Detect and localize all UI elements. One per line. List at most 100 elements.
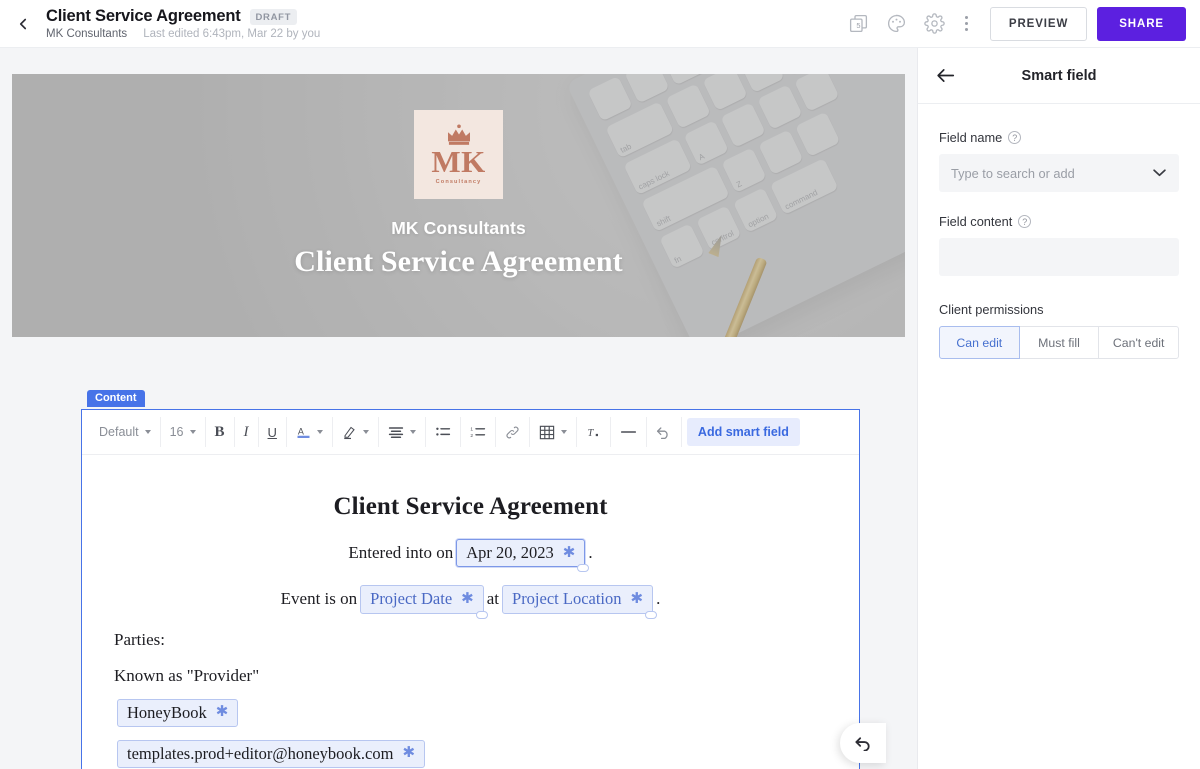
panel-title: Smart field xyxy=(918,68,1200,84)
content-editor-block[interactable]: Default 16 B I U A xyxy=(81,409,860,769)
smart-field-chip-date-signed[interactable]: Apr 20, 2023 ✱ xyxy=(456,539,585,567)
smart-field-chip-project-location[interactable]: Project Location ✱ xyxy=(502,585,653,613)
asterisk-icon: ✱ xyxy=(563,546,576,561)
settings-button[interactable] xyxy=(916,5,954,43)
horizontal-rule-button[interactable] xyxy=(611,417,647,447)
bullet-list-icon xyxy=(435,425,451,439)
undo-floating-button[interactable] xyxy=(840,723,886,763)
panel-body: Field name ? Type to search or add Field… xyxy=(918,104,1200,359)
last-edited-text: Last edited 6:43pm, Mar 22 by you xyxy=(143,28,320,40)
font-size-select[interactable]: 16 xyxy=(161,417,206,447)
smart-field-chip-company-name[interactable]: HoneyBook ✱ xyxy=(117,699,238,727)
highlight-button[interactable] xyxy=(333,417,379,447)
entered-into-suffix: . xyxy=(588,543,592,563)
undo-icon xyxy=(656,425,672,439)
permission-must-fill[interactable]: Must fill xyxy=(1019,326,1100,359)
known-as-label: Known as "Provider" xyxy=(114,666,827,686)
logo-subtitle: Consultancy xyxy=(436,179,482,185)
pages-count-button[interactable]: 5 xyxy=(840,5,878,43)
italic-button[interactable]: I xyxy=(235,417,259,447)
table-button[interactable] xyxy=(530,417,577,447)
event-prefix: Event is on xyxy=(281,589,358,609)
svg-text:T: T xyxy=(587,428,594,439)
parties-label: Parties: xyxy=(114,630,827,650)
permission-cant-edit[interactable]: Can't edit xyxy=(1098,326,1179,359)
event-suffix: . xyxy=(656,589,660,609)
table-icon xyxy=(539,425,555,440)
palette-icon xyxy=(886,13,907,34)
undo-icon xyxy=(854,735,873,751)
panel-back-button[interactable] xyxy=(936,67,955,84)
help-icon[interactable]: ? xyxy=(1018,215,1031,228)
page-count-label: 5 xyxy=(857,21,861,30)
field-name-label: Field name xyxy=(939,130,1002,145)
add-smart-field-button[interactable]: Add smart field xyxy=(687,418,800,446)
italic-icon: I xyxy=(244,424,249,441)
font-family-value: Default xyxy=(99,425,139,439)
more-options-button[interactable] xyxy=(954,5,980,43)
permission-can-edit[interactable]: Can edit xyxy=(939,326,1020,359)
event-mid: at xyxy=(487,589,499,609)
chevron-down-icon xyxy=(145,430,151,434)
arrow-left-icon xyxy=(936,67,955,84)
editor-toolbar: Default 16 B I U A xyxy=(82,410,859,455)
share-button[interactable]: SHARE xyxy=(1097,7,1186,41)
align-icon xyxy=(388,425,404,439)
chevron-down-icon xyxy=(363,430,369,434)
chip-label: Project Date xyxy=(370,588,452,610)
document-canvas: tab caps lockA shiftZ fncontroloptioncom… xyxy=(0,48,917,769)
asterisk-icon: ✱ xyxy=(402,746,415,761)
underline-icon: U xyxy=(268,425,277,440)
chevron-left-icon xyxy=(14,15,32,33)
hero-banner[interactable]: tab caps lockA shiftZ fncontroloptioncom… xyxy=(12,74,905,337)
text-color-icon: A xyxy=(296,424,311,440)
preview-button[interactable]: PREVIEW xyxy=(990,7,1087,41)
bold-button[interactable]: B xyxy=(206,417,235,447)
chip-label: Apr 20, 2023 xyxy=(466,542,554,564)
page-title: Client Service Agreement xyxy=(46,7,241,26)
link-icon xyxy=(505,425,520,440)
numbered-list-icon: 1 2 xyxy=(470,425,486,439)
help-icon[interactable]: ? xyxy=(1008,131,1021,144)
svg-text:A: A xyxy=(298,426,304,436)
toolbar-undo-button[interactable] xyxy=(647,417,682,447)
field-name-select[interactable]: Type to search or add xyxy=(939,154,1179,192)
hero-company-name: MK Consultants xyxy=(391,218,526,239)
svg-text:1: 1 xyxy=(470,426,473,432)
asterisk-icon: ✱ xyxy=(461,592,474,607)
document-title-block: Client Service Agreement DRAFT MK Consul… xyxy=(46,7,320,40)
document-body[interactable]: Client Service Agreement Entered into on… xyxy=(82,455,859,769)
header-actions: 5 PREVIEW SHARE xyxy=(840,5,1200,43)
theme-palette-button[interactable] xyxy=(878,5,916,43)
smart-field-chip-project-date[interactable]: Project Date ✱ xyxy=(360,585,484,613)
field-content-input[interactable] xyxy=(939,238,1179,276)
chip-resize-handle[interactable] xyxy=(476,611,488,619)
clear-formatting-icon: T xyxy=(586,424,601,440)
chip-resize-handle[interactable] xyxy=(645,611,657,619)
bullet-list-button[interactable] xyxy=(426,417,461,447)
numbered-list-button[interactable]: 1 2 xyxy=(461,417,496,447)
font-size-value: 16 xyxy=(170,425,184,439)
document-line-event: Event is on Project Date ✱ at Project Lo… xyxy=(114,585,827,613)
chevron-down-icon xyxy=(1152,164,1167,182)
underline-button[interactable]: U xyxy=(259,417,287,447)
client-permissions-segmented-control: Can edit Must fill Can't edit xyxy=(939,326,1179,359)
panel-header: Smart field xyxy=(918,48,1200,104)
svg-text:2: 2 xyxy=(470,433,473,439)
link-button[interactable] xyxy=(496,417,530,447)
text-color-button[interactable]: A xyxy=(287,417,333,447)
chip-resize-handle[interactable] xyxy=(577,564,589,572)
align-button[interactable] xyxy=(379,417,426,447)
back-button[interactable] xyxy=(6,7,40,41)
clear-format-button[interactable]: T xyxy=(577,417,611,447)
smart-field-panel: Smart field Field name ? Type to search … xyxy=(917,48,1200,769)
smart-field-chip-company-email[interactable]: templates.prod+editor@honeybook.com ✱ xyxy=(117,740,425,768)
chevron-down-icon xyxy=(410,430,416,434)
document-heading: Client Service Agreement xyxy=(114,493,827,521)
more-options-icon xyxy=(965,15,968,33)
crown-icon xyxy=(440,124,478,146)
font-family-select[interactable]: Default xyxy=(90,417,161,447)
field-row-provider-name: HoneyBook ✱ xyxy=(114,699,827,727)
pages-stack-icon: 5 xyxy=(848,13,869,34)
field-name-label-row: Field name ? xyxy=(939,130,1179,145)
